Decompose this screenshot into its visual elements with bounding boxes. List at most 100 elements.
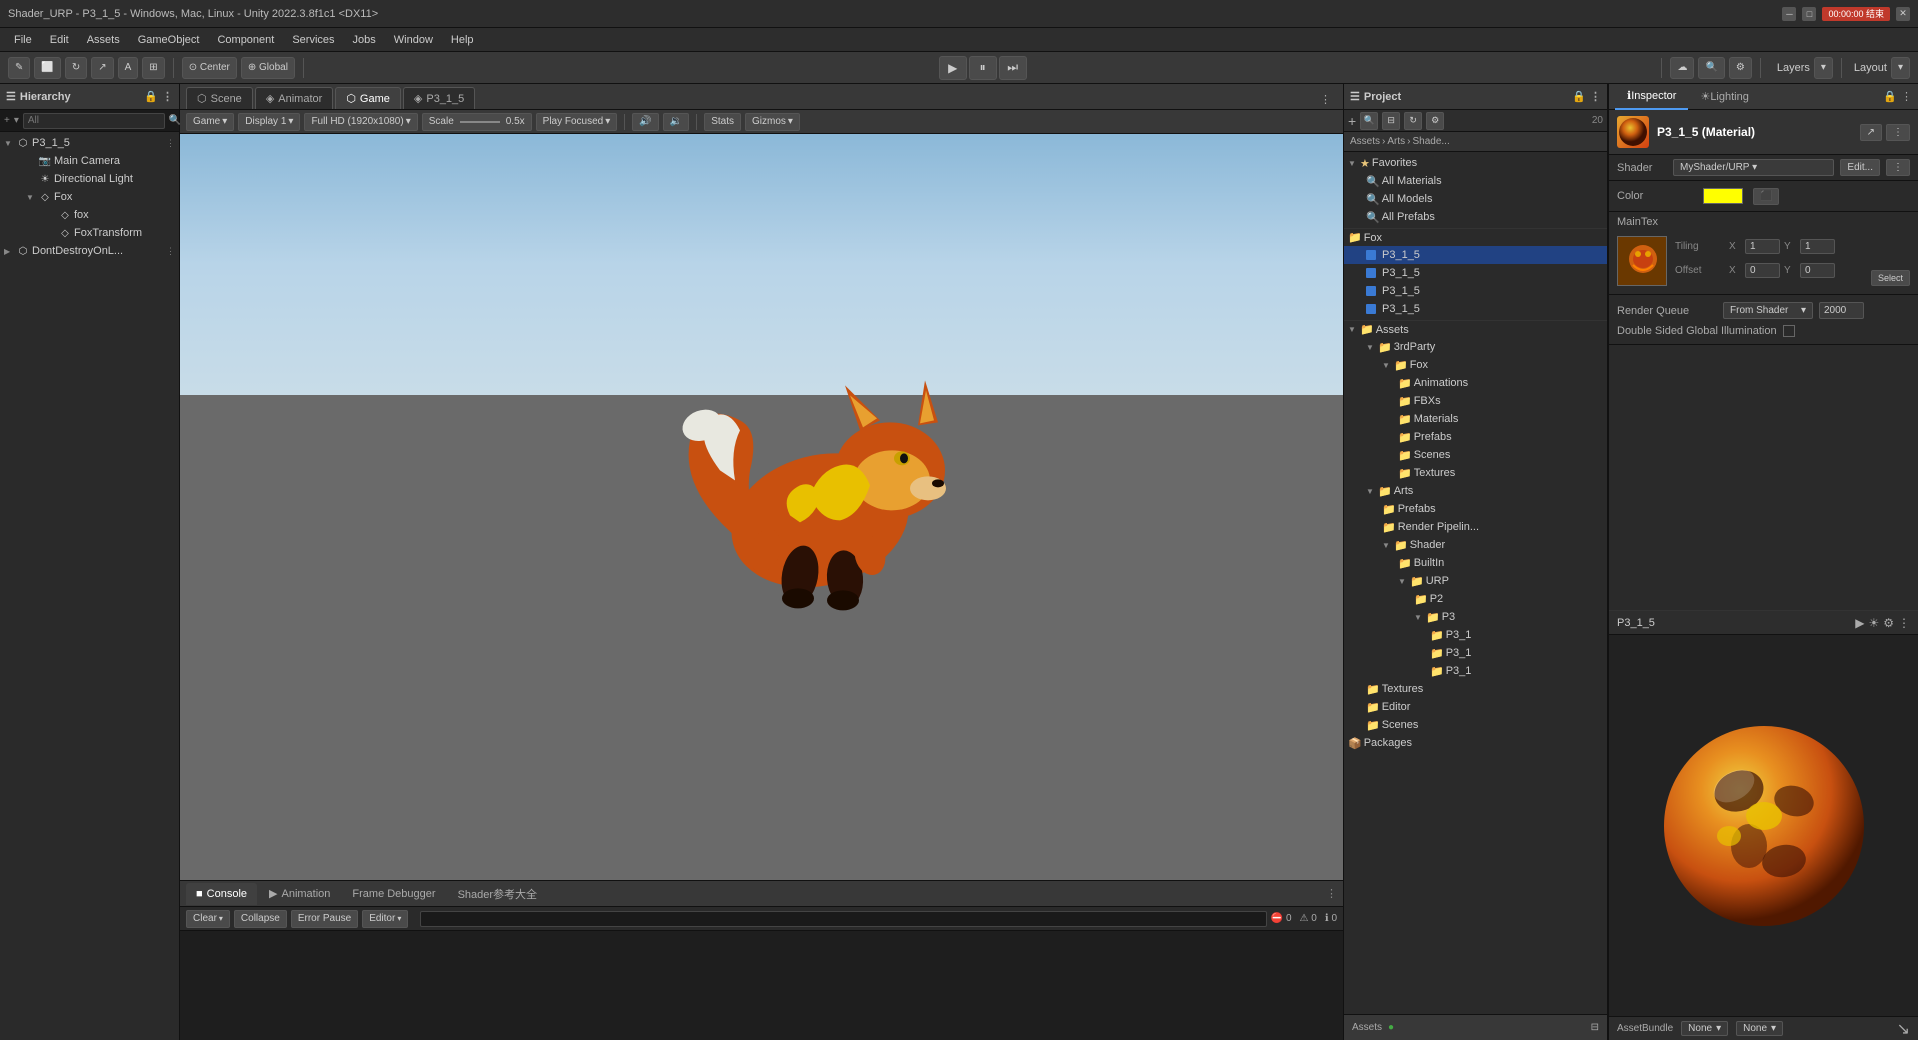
editor-button[interactable]: Editor ▾ xyxy=(362,910,408,928)
rq-value-input[interactable] xyxy=(1819,302,1864,319)
tab-inspector[interactable]: ℹ Inspector xyxy=(1615,84,1688,110)
tab-frame-debugger[interactable]: Frame Debugger xyxy=(342,883,445,905)
shader-dropdown[interactable]: MyShader/URP ▾ xyxy=(1673,159,1834,176)
tool-transform[interactable]: A xyxy=(118,57,139,79)
p3-file-4[interactable]: P3_1_5 xyxy=(1344,300,1607,318)
tab-console[interactable]: ■ Console xyxy=(186,883,257,905)
shader-options-btn[interactable]: ⋮ xyxy=(1886,159,1910,176)
tree-item-foxtransform[interactable]: ◇ FoxTransform xyxy=(0,224,179,242)
textures-folder[interactable]: 📁 Textures xyxy=(1344,680,1607,698)
fox-subfolder[interactable]: ▼ 📁 Fox xyxy=(1344,356,1607,374)
animations-folder[interactable]: 📁 Animations xyxy=(1344,374,1607,392)
tree-item-fox[interactable]: ▼ ◇ Fox xyxy=(0,188,179,206)
stats-btn[interactable]: Stats xyxy=(704,113,741,131)
render-pipeline-folder[interactable]: 📁 Render Pipelin... xyxy=(1344,518,1607,536)
view-tab-more[interactable]: ⋮ xyxy=(1314,90,1337,109)
menu-edit[interactable]: Edit xyxy=(42,32,77,48)
inspector-more-icon[interactable]: ⋮ xyxy=(1901,90,1912,103)
tab-animator[interactable]: ◈ Animator xyxy=(255,87,334,109)
menu-gameobject[interactable]: GameObject xyxy=(130,32,208,48)
pause-button[interactable]: ⏸ xyxy=(969,56,997,80)
hierarchy-search-input[interactable] xyxy=(23,113,165,129)
filter-btn[interactable]: ⊟ xyxy=(1382,112,1400,130)
double-sided-checkbox[interactable] xyxy=(1783,325,1795,337)
editor-folder[interactable]: 📁 Editor xyxy=(1344,698,1607,716)
breadcrumb-shade[interactable]: Shade... xyxy=(1412,136,1449,147)
offset-x-input[interactable] xyxy=(1745,263,1780,278)
fbxs-folder[interactable]: 📁 FBXs xyxy=(1344,392,1607,410)
p3-folder[interactable]: ▼ 📁 P3 xyxy=(1344,608,1607,626)
p3-file-3[interactable]: P3_1_5 xyxy=(1344,282,1607,300)
play-button[interactable]: ▶ xyxy=(939,56,967,80)
close-icon[interactable]: ✕ xyxy=(1896,7,1910,21)
ab-bundle-dropdown[interactable]: None ▾ xyxy=(1681,1021,1728,1036)
project-more-icon[interactable]: ⋮ xyxy=(1590,90,1601,103)
breadcrumb-assets[interactable]: Assets xyxy=(1350,136,1380,147)
tab-p3[interactable]: ◈ P3_1_5 xyxy=(403,87,475,109)
preview-settings-btn[interactable]: ⚙ xyxy=(1883,616,1894,630)
tool-rotate[interactable]: ↻ xyxy=(65,57,87,79)
menu-jobs[interactable]: Jobs xyxy=(345,32,384,48)
p3-file-1[interactable]: P3_1_5 xyxy=(1344,246,1607,264)
prefabs-folder[interactable]: 📁 Prefabs xyxy=(1344,428,1607,446)
tree-item-scene[interactable]: ▼ ⬡ P3_1_5 ⋮ xyxy=(0,134,179,152)
p2-folder[interactable]: 📁 P2 xyxy=(1344,590,1607,608)
collab-btn[interactable]: ☁ xyxy=(1670,57,1694,79)
tiling-y-input[interactable] xyxy=(1800,239,1835,254)
packages-folder[interactable]: 📦 Packages xyxy=(1344,734,1607,752)
menu-component[interactable]: Component xyxy=(209,32,282,48)
color-edit-btn[interactable]: ⬛ xyxy=(1753,188,1779,205)
all-models-item[interactable]: 🔍 All Models xyxy=(1344,190,1607,208)
all-prefabs-item[interactable]: 🔍 All Prefabs xyxy=(1344,208,1607,226)
gizmos-btn[interactable]: Gizmos ▾ xyxy=(745,113,800,131)
hierarchy-more-icon[interactable]: ⋮ xyxy=(162,90,173,103)
edit-shader-btn[interactable]: Edit... xyxy=(1840,159,1880,176)
tab-game[interactable]: ⬡ Game xyxy=(335,87,401,109)
maximize-icon[interactable]: □ xyxy=(1802,7,1816,21)
collapse-button[interactable]: Collapse xyxy=(234,910,287,928)
menu-help[interactable]: Help xyxy=(443,32,482,48)
scenes-fox-folder[interactable]: 📁 Scenes xyxy=(1344,446,1607,464)
play-focused-btn[interactable]: Play Focused ▾ xyxy=(536,113,618,131)
select-texture-btn[interactable]: Select xyxy=(1871,270,1910,286)
fox-folder-header[interactable]: 📁 Fox xyxy=(1344,228,1607,246)
settings-btn[interactable]: ⚙ xyxy=(1729,57,1752,79)
settings-project-btn[interactable]: ⚙ xyxy=(1426,112,1444,130)
p3-1-folder[interactable]: 📁 P3_1 xyxy=(1344,626,1607,644)
hierarchy-lock-icon[interactable]: 🔒 xyxy=(144,90,158,103)
audio-btn[interactable]: 🔊 xyxy=(632,113,658,131)
audio2-btn[interactable]: 🔉 xyxy=(663,113,689,131)
scene-view-canvas[interactable] xyxy=(180,134,1343,880)
tree-item-fox-mesh[interactable]: ◇ fox xyxy=(0,206,179,224)
layers-dropdown[interactable]: ▾ xyxy=(1814,57,1833,79)
tab-animation[interactable]: ▶ Animation xyxy=(259,883,340,905)
layout-dropdown[interactable]: ▾ xyxy=(1891,57,1910,79)
p3-1-2-folder[interactable]: 📁 P3_1 xyxy=(1344,644,1607,662)
tab-shader-ref[interactable]: Shader参考大全 xyxy=(448,883,547,905)
tool-custom[interactable]: ⊞ xyxy=(142,57,164,79)
urp-folder[interactable]: ▼ 📁 URP xyxy=(1344,572,1607,590)
tool-scale[interactable]: ↗ xyxy=(91,57,113,79)
p3-file-2[interactable]: P3_1_5 xyxy=(1344,264,1607,282)
rq-mode-dropdown[interactable]: From Shader ▾ xyxy=(1723,302,1813,319)
tab-scene[interactable]: ⬡ Scene xyxy=(186,87,253,109)
tree-item-maincamera[interactable]: 📷 Main Camera xyxy=(0,152,179,170)
inspector-lock-icon[interactable]: 🔒 xyxy=(1883,90,1897,103)
menu-services[interactable]: Services xyxy=(284,32,342,48)
favorites-folder[interactable]: ▼ ★ Favorites xyxy=(1344,154,1607,172)
search-project-btn[interactable]: 🔍 xyxy=(1360,112,1378,130)
tree-item-dontdestroy[interactable]: ▶ ⬡ DontDestroyOnL... ⋮ xyxy=(0,242,179,260)
step-button[interactable]: ⏭ xyxy=(999,56,1027,80)
preview-play-btn[interactable]: ▶ xyxy=(1855,616,1864,630)
tool-rect[interactable]: ⬜ xyxy=(34,57,60,79)
scale-slider[interactable] xyxy=(460,121,500,123)
shader-folder[interactable]: ▼ 📁 Shader xyxy=(1344,536,1607,554)
builtin-folder[interactable]: 📁 BuiltIn xyxy=(1344,554,1607,572)
tool-move[interactable]: ✎ xyxy=(8,57,30,79)
arts-prefabs-folder[interactable]: 📁 Prefabs xyxy=(1344,500,1607,518)
all-materials-item[interactable]: 🔍 All Materials xyxy=(1344,172,1607,190)
texture-preview[interactable] xyxy=(1617,236,1667,286)
offset-y-input[interactable] xyxy=(1800,263,1835,278)
scale-btn[interactable]: Scale 0.5x xyxy=(422,113,532,131)
breadcrumb-arts[interactable]: Arts xyxy=(1387,136,1405,147)
